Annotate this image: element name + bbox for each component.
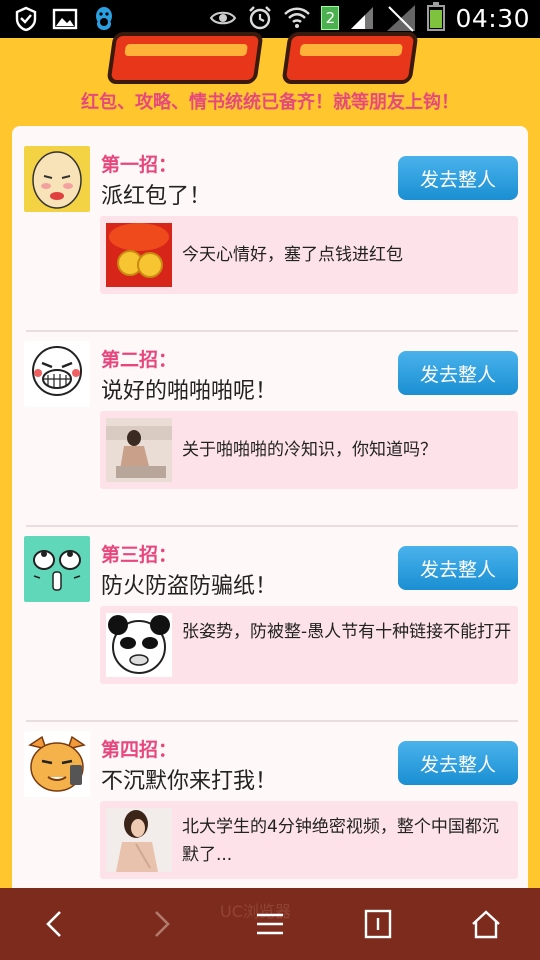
alarm-icon bbox=[249, 6, 272, 30]
menu-icon bbox=[257, 913, 283, 935]
prank-list: 第一招： 派红包了！ 发去整人 今天心情好，塞了点钱进红包 第二招： 说好的啪啪… bbox=[12, 126, 528, 906]
logo-graphic bbox=[106, 32, 264, 84]
no-signal-icon bbox=[387, 5, 416, 32]
signal-icon bbox=[351, 7, 374, 29]
preview-card[interactable]: 张姿势，防被整-愚人节有十种链接不能打开 bbox=[100, 606, 518, 684]
step-label: 第四招： bbox=[101, 739, 178, 761]
step-title: 说好的啪啪啪呢！ bbox=[101, 379, 278, 404]
forward-button[interactable] bbox=[112, 888, 212, 960]
shield-icon bbox=[15, 6, 37, 32]
windows-button[interactable] bbox=[328, 888, 428, 960]
image-icon bbox=[52, 8, 78, 30]
step-title: 不沉默你来打我！ bbox=[101, 769, 278, 794]
list-item: 第一招： 派红包了！ 发去整人 今天心情好，塞了点钱进红包 bbox=[24, 146, 518, 332]
step-label: 第二招： bbox=[101, 349, 178, 371]
eye-icon bbox=[210, 11, 237, 25]
avatar bbox=[24, 536, 90, 602]
panda-meme-thumbnail bbox=[106, 613, 172, 677]
preview-card[interactable]: 关于啪啪啪的冷知识，你知道吗？ bbox=[100, 411, 518, 489]
logo-graphic bbox=[281, 32, 419, 84]
list-item: 第四招： 不沉默你来打我！ 发去整人 北大学生的4分钟绝密视频，整个中国都沉默了… bbox=[24, 731, 518, 911]
clock: 04:30 bbox=[455, 3, 530, 33]
send-prank-button[interactable]: 发去整人 bbox=[398, 351, 518, 395]
send-prank-button[interactable]: 发去整人 bbox=[398, 741, 518, 785]
preview-text: 关于啪啪啪的冷知识，你知道吗？ bbox=[182, 440, 437, 460]
home-icon bbox=[472, 910, 500, 939]
tagline: 红包、攻略、情书统统已备齐！就等朋友上钩！ bbox=[81, 92, 459, 113]
step-title: 防火防盗防骗纸！ bbox=[101, 574, 278, 599]
send-prank-button[interactable]: 发去整人 bbox=[398, 156, 518, 200]
back-button[interactable] bbox=[4, 888, 104, 960]
red-packet-thumbnail bbox=[106, 223, 172, 287]
forward-icon bbox=[155, 911, 170, 937]
status-bar: 2 04:30 bbox=[0, 0, 540, 38]
divider bbox=[26, 525, 518, 527]
avatar bbox=[24, 731, 90, 797]
menu-button[interactable] bbox=[220, 888, 320, 960]
qq-penguin-icon bbox=[96, 7, 112, 30]
wifi-icon bbox=[284, 7, 311, 28]
list-item: 第二招： 说好的啪啪啪呢！ 发去整人 关于啪啪啪的冷知识，你知道吗？ bbox=[24, 341, 518, 527]
preview-card[interactable]: 今天心情好，塞了点钱进红包 bbox=[100, 216, 518, 294]
browser-toolbar: UC浏览器 bbox=[0, 888, 540, 960]
window-icon bbox=[364, 909, 392, 939]
photo-thumbnail bbox=[106, 418, 172, 482]
avatar bbox=[24, 341, 90, 407]
divider bbox=[26, 330, 518, 332]
header-banner: 红包、攻略、情书统统已备齐！就等朋友上钩！ bbox=[0, 32, 540, 120]
home-button[interactable] bbox=[436, 888, 536, 960]
list-item: 第三招： 防火防盗防骗纸！ 发去整人 张姿势，防被整-愚人节有十种链接不能打开 bbox=[24, 536, 518, 722]
step-title: 派红包了！ bbox=[101, 184, 212, 209]
preview-card[interactable]: 北大学生的4分钟绝密视频，整个中国都沉默了... bbox=[100, 801, 518, 879]
avatar bbox=[24, 146, 90, 212]
preview-text: 北大学生的4分钟绝密视频，整个中国都沉默了... bbox=[182, 817, 499, 865]
step-label: 第一招： bbox=[101, 154, 178, 176]
battery-icon bbox=[427, 2, 446, 31]
preview-text: 张姿势，防被整-愚人节有十种链接不能打开 bbox=[182, 622, 512, 642]
divider bbox=[26, 720, 518, 722]
sim-badge: 2 bbox=[321, 6, 340, 30]
step-label: 第三招： bbox=[101, 544, 178, 566]
photo-thumbnail bbox=[106, 808, 172, 872]
preview-text: 今天心情好，塞了点钱进红包 bbox=[182, 245, 403, 265]
back-icon bbox=[46, 911, 61, 937]
send-prank-button[interactable]: 发去整人 bbox=[398, 546, 518, 590]
